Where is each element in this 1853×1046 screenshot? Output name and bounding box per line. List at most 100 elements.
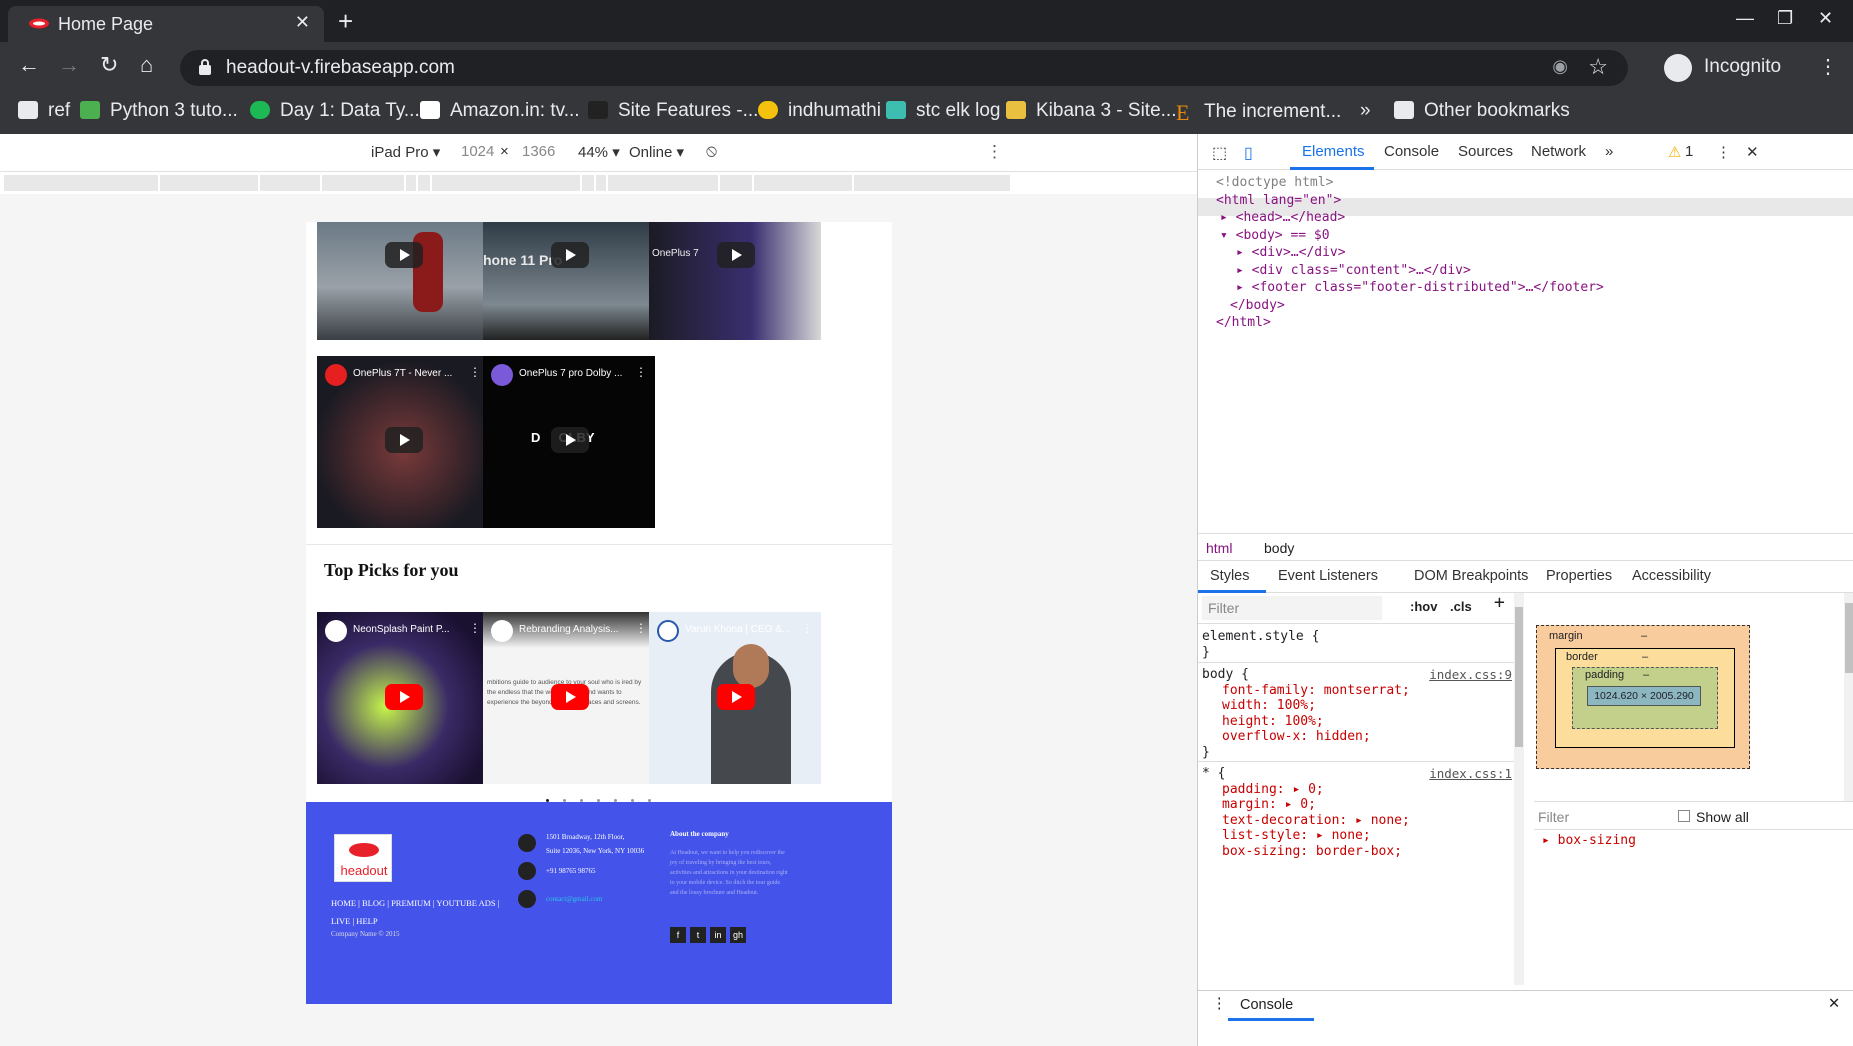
device-height[interactable]: 1366 bbox=[522, 143, 555, 160]
bookmark-day1[interactable]: Day 1: Data Ty... bbox=[250, 100, 420, 122]
devtools-close-icon[interactable]: ✕ bbox=[1746, 143, 1759, 161]
bookmark-python[interactable]: Python 3 tuto... bbox=[80, 100, 238, 122]
box-model-scrollbar[interactable] bbox=[1844, 593, 1853, 801]
box-model-content[interactable]: 1024.620 × 2005.290 bbox=[1587, 686, 1701, 706]
video-thumbnail[interactable] bbox=[317, 222, 489, 340]
footer-email[interactable]: contact@gmail.com bbox=[546, 892, 602, 906]
facebook-icon[interactable]: f bbox=[670, 927, 686, 943]
computed-prop-box-sizing[interactable]: ▸ box-sizing bbox=[1542, 833, 1636, 848]
bookmark-ref[interactable]: ref bbox=[18, 100, 70, 122]
tab-elements[interactable]: Elements bbox=[1302, 143, 1365, 160]
inspect-element-icon[interactable]: ⬚ bbox=[1212, 143, 1227, 163]
bookmark-star-icon[interactable]: ☆ bbox=[1588, 54, 1608, 80]
subtab-accessibility[interactable]: Accessibility bbox=[1632, 568, 1711, 584]
dom-head[interactable]: ▸ <head>…</head> bbox=[1220, 209, 1604, 227]
bookmark-indhumathi[interactable]: indhumathi bbox=[758, 100, 881, 122]
bookmark-other[interactable]: Other bookmarks bbox=[1394, 100, 1570, 122]
device-menu-icon[interactable]: ⋮ bbox=[986, 142, 1003, 162]
rotate-icon[interactable]: ⦸ bbox=[706, 141, 717, 161]
styles-scrollbar[interactable] bbox=[1514, 593, 1524, 985]
video-thumbnail[interactable]: NeonSplash Paint P... ⋮ bbox=[317, 612, 489, 784]
tab-console[interactable]: Console bbox=[1384, 143, 1439, 160]
browser-tab[interactable]: Home Page ✕ bbox=[8, 6, 324, 42]
youtube-play-icon[interactable] bbox=[717, 684, 755, 710]
forward-icon[interactable]: → bbox=[58, 52, 80, 78]
window-close-icon[interactable]: ✕ bbox=[1818, 8, 1833, 29]
video-thumbnail[interactable]: hone 11 Pro bbox=[483, 222, 655, 340]
youtube-play-icon[interactable] bbox=[385, 684, 423, 710]
headout-logo[interactable]: headout bbox=[334, 834, 392, 882]
computed-filter-input[interactable]: Filter bbox=[1538, 809, 1569, 825]
minimize-icon[interactable]: — bbox=[1736, 8, 1754, 29]
carousel-dots[interactable] bbox=[546, 789, 666, 802]
device-toggle-icon[interactable]: ▯ bbox=[1244, 143, 1253, 163]
subtab-dom-breakpoints[interactable]: DOM Breakpoints bbox=[1414, 568, 1528, 584]
element-style-rule[interactable]: element.style {} bbox=[1202, 629, 1319, 660]
bookmark-site-features[interactable]: Site Features -... bbox=[588, 100, 758, 122]
video-more-icon[interactable]: ⋮ bbox=[801, 621, 813, 635]
box-model-border[interactable]: border – padding – 1024.620 × 2005.290 bbox=[1555, 648, 1735, 748]
video-more-icon[interactable]: ⋮ bbox=[469, 621, 481, 635]
more-tabs-icon[interactable]: » bbox=[1605, 143, 1613, 160]
video-more-icon[interactable]: ⋮ bbox=[635, 365, 647, 379]
dom-html-close[interactable]: </html> bbox=[1216, 314, 1604, 332]
dom-doctype[interactable]: <!doctype html> bbox=[1216, 174, 1604, 192]
chrome-menu-icon[interactable]: ⋮ bbox=[1818, 54, 1838, 79]
dom-body-close[interactable]: </body> bbox=[1230, 297, 1604, 315]
tracking-blocked-icon[interactable]: ◉ bbox=[1552, 56, 1568, 77]
bookmark-amazon[interactable]: Amazon.in: tv... bbox=[420, 100, 580, 122]
star-source-link[interactable]: index.css:1 bbox=[1429, 766, 1512, 782]
device-select[interactable]: iPad Pro ▾ bbox=[371, 143, 440, 161]
play-icon[interactable] bbox=[717, 242, 755, 268]
github-icon[interactable]: gh bbox=[730, 927, 746, 943]
video-thumbnail[interactable]: Varun Khona | CEO &... ⋮ bbox=[649, 612, 821, 784]
bookmark-stc-elk[interactable]: stc elk log bbox=[886, 100, 1000, 122]
show-all-checkbox[interactable] bbox=[1678, 810, 1690, 822]
play-icon[interactable] bbox=[385, 242, 423, 268]
new-rule-icon[interactable]: + bbox=[1494, 594, 1505, 611]
network-select[interactable]: Online ▾ bbox=[629, 143, 684, 161]
more-bookmarks-icon[interactable]: » bbox=[1360, 100, 1371, 122]
drawer-tab-console[interactable]: Console bbox=[1240, 997, 1293, 1013]
video-thumbnail[interactable]: mbitions guide to audience to your soul … bbox=[483, 612, 655, 784]
bookmark-kibana[interactable]: Kibana 3 - Site... bbox=[1006, 100, 1176, 122]
new-tab-button[interactable]: + bbox=[338, 6, 353, 37]
back-icon[interactable]: ← bbox=[18, 52, 40, 78]
video-thumbnail[interactable]: OnePlus 7 pro Dolby ... ⋮ D OLBY bbox=[483, 356, 655, 528]
twitter-icon[interactable]: t bbox=[690, 927, 706, 943]
tab-sources[interactable]: Sources bbox=[1458, 143, 1513, 160]
devtools-menu-icon[interactable]: ⋮ bbox=[1716, 143, 1731, 161]
crumb-body[interactable]: body bbox=[1264, 540, 1294, 556]
device-width[interactable]: 1024 bbox=[461, 143, 494, 160]
drawer-close-icon[interactable]: ✕ bbox=[1828, 996, 1840, 1012]
dom-html-open[interactable]: <html lang="en"> bbox=[1216, 192, 1604, 210]
subtab-styles[interactable]: Styles bbox=[1210, 568, 1250, 584]
play-icon[interactable] bbox=[385, 427, 423, 453]
video-thumbnail[interactable]: OnePlus 7T - Never ... ⋮ bbox=[317, 356, 489, 528]
zoom-select[interactable]: 44% ▾ bbox=[578, 143, 620, 161]
cls-toggle[interactable]: .cls bbox=[1450, 599, 1472, 615]
video-thumbnail[interactable]: OnePlus 7 bbox=[649, 222, 821, 340]
video-more-icon[interactable]: ⋮ bbox=[469, 365, 481, 379]
box-model-margin[interactable]: margin – border – padding – 1024.620 × 2… bbox=[1536, 625, 1750, 769]
restore-icon[interactable]: ❐ bbox=[1777, 8, 1793, 29]
reload-icon[interactable]: ↻ bbox=[100, 52, 118, 78]
address-bar[interactable]: headout-v.firebaseapp.com ◉ ☆ bbox=[180, 50, 1628, 86]
video-more-icon[interactable]: ⋮ bbox=[635, 621, 647, 635]
styles-filter-input[interactable]: Filter bbox=[1202, 596, 1382, 620]
close-tab-icon[interactable]: ✕ bbox=[295, 12, 310, 33]
tab-network[interactable]: Network bbox=[1531, 143, 1586, 160]
subtab-properties[interactable]: Properties bbox=[1546, 568, 1612, 584]
youtube-play-icon[interactable] bbox=[551, 684, 589, 710]
warning-icon[interactable]: ⚠ bbox=[1668, 143, 1681, 161]
crumb-html[interactable]: html bbox=[1206, 540, 1232, 556]
drawer-menu-icon[interactable]: ⋮ bbox=[1212, 996, 1227, 1012]
hov-toggle[interactable]: :hov bbox=[1410, 599, 1437, 615]
dom-body[interactable]: ▾ <body> == $0 bbox=[1220, 227, 1604, 245]
box-model-padding[interactable]: padding – 1024.620 × 2005.290 bbox=[1572, 667, 1718, 729]
body-source-link[interactable]: index.css:9 bbox=[1429, 667, 1512, 683]
subtab-event-listeners[interactable]: Event Listeners bbox=[1278, 568, 1378, 584]
linkedin-icon[interactable]: in bbox=[710, 927, 726, 943]
bookmark-increment[interactable]: E The increment... bbox=[1176, 100, 1341, 125]
dom-div[interactable]: ▸ <div>…</div> bbox=[1236, 244, 1604, 262]
